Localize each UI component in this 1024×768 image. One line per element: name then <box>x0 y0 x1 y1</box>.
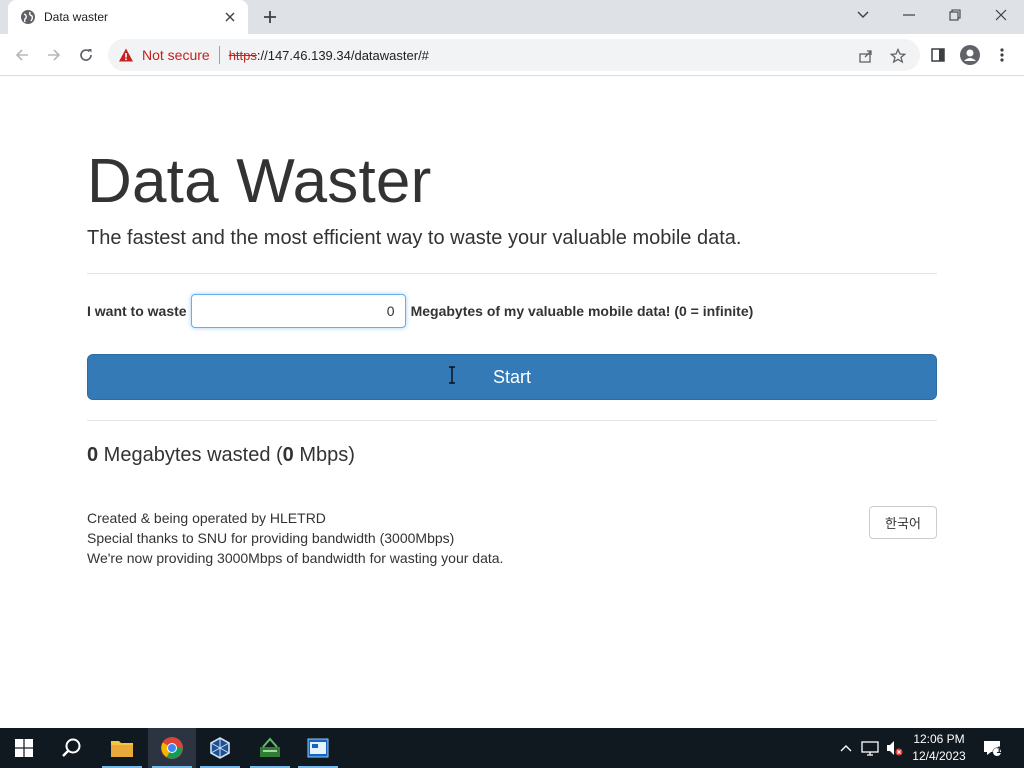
menu-kebab-icon[interactable] <box>988 41 1016 69</box>
url-text[interactable]: https://147.46.139.34/datawaster/# <box>229 48 429 63</box>
tab-search-icon[interactable] <box>840 0 886 30</box>
speed-unit-text: Mbps) <box>293 444 355 466</box>
network-icon[interactable] <box>860 738 880 758</box>
chevron-up-icon[interactable] <box>836 738 856 758</box>
speed-mbps-value: 0 <box>282 444 294 466</box>
minimize-icon[interactable] <box>886 0 932 30</box>
waste-stats: 0 Megabytes wasted (0 Mbps) <box>87 444 355 467</box>
security-label[interactable]: Not secure <box>142 47 210 63</box>
divider-top <box>87 273 937 274</box>
volume-muted-icon[interactable] <box>884 738 904 758</box>
credits-line: Created & being operated by HLETRD <box>87 510 326 526</box>
side-panel-icon[interactable] <box>924 41 952 69</box>
windows-start-icon[interactable] <box>0 728 48 768</box>
notification-count: 1 <box>996 745 1002 755</box>
profile-avatar-icon[interactable] <box>956 41 984 69</box>
restore-icon[interactable] <box>932 0 978 30</box>
back-arrow-icon[interactable] <box>8 41 36 69</box>
browser-toolbar: Not secure https://147.46.139.34/datawas… <box>0 34 1024 76</box>
close-window-icon[interactable] <box>978 0 1024 30</box>
clock-date: 12/4/2023 <box>912 749 966 763</box>
chrome-icon[interactable] <box>148 728 196 768</box>
file-explorer-icon[interactable] <box>98 728 146 768</box>
tab-title: Data waster <box>44 10 109 24</box>
taskbar: 12:06 PM 12/4/2023 1 <box>0 728 1024 768</box>
credits-line: We're now providing 3000Mbps of bandwidt… <box>87 550 504 566</box>
search-icon[interactable] <box>48 728 96 768</box>
address-bar[interactable]: Not secure https://147.46.139.34/datawas… <box>108 39 920 71</box>
megabytes-input[interactable] <box>190 294 406 328</box>
wasted-unit-text: Megabytes wasted ( <box>98 444 283 466</box>
system-clock[interactable]: 12:06 PM 12/4/2023 <box>902 731 976 765</box>
omnibox-separator <box>218 46 220 64</box>
clock-time: 12:06 PM <box>913 732 965 746</box>
forward-arrow-icon[interactable] <box>40 41 68 69</box>
bookmark-star-icon[interactable] <box>888 46 908 66</box>
url-host-path: ://147.46.139.34/datawaster/# <box>256 47 429 63</box>
start-button[interactable]: Start <box>87 354 937 400</box>
globe-icon <box>20 9 36 25</box>
notification-icon[interactable]: 1 <box>982 738 1002 758</box>
new-tab-button[interactable] <box>258 6 282 28</box>
reload-icon[interactable] <box>72 41 100 69</box>
divider-bottom <box>87 420 937 421</box>
waste-label-before: I want to waste <box>87 303 187 319</box>
page-subtitle: The fastest and the most efficient way t… <box>87 227 742 249</box>
page-title: Data Waster <box>87 147 432 216</box>
close-tab-icon[interactable] <box>222 9 238 25</box>
windows-app-icon[interactable] <box>294 728 342 768</box>
waste-form: I want to waste Megabytes of my valuable… <box>87 294 753 328</box>
text-cursor-icon <box>447 366 457 384</box>
browser-tab[interactable]: Data waster <box>8 0 248 34</box>
virtualbox-icon[interactable] <box>196 728 244 768</box>
url-scheme: https <box>228 47 257 63</box>
network-app-icon[interactable] <box>246 728 294 768</box>
share-icon[interactable] <box>856 46 876 66</box>
credits: Created & being operated by HLETRD Speci… <box>87 508 503 568</box>
credits-line: Special thanks to SNU for providing band… <box>87 530 455 546</box>
waste-label-after: Megabytes of my valuable mobile data! (0… <box>410 303 754 319</box>
wasted-megabytes-value: 0 <box>87 444 99 466</box>
language-button[interactable]: 한국어 <box>869 506 937 539</box>
tab-strip: Data waster <box>0 0 1024 34</box>
warning-icon[interactable] <box>118 47 134 63</box>
